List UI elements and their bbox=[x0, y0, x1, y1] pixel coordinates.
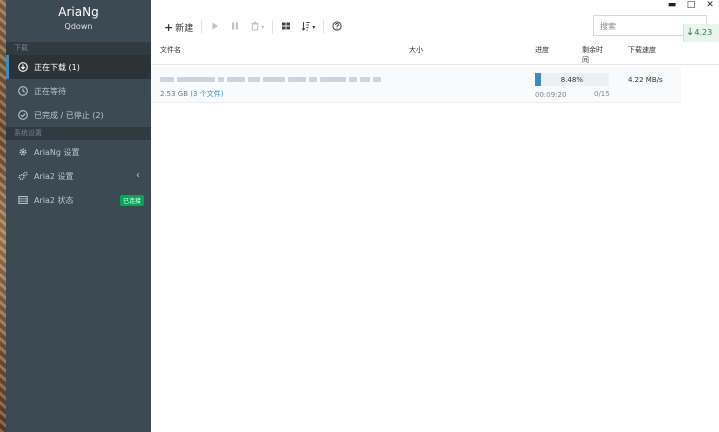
toolbar-divider bbox=[272, 20, 274, 34]
question-circle-icon bbox=[332, 20, 342, 34]
sidebar-item-label: Aria2 状态 bbox=[34, 195, 74, 205]
section-header-settings: 系统设置 bbox=[6, 127, 151, 140]
start-button[interactable] bbox=[205, 18, 225, 36]
column-header-progress[interactable]: 进度 bbox=[535, 45, 549, 55]
sidebar-item-ariang-settings[interactable]: AriaNg 设置 bbox=[6, 140, 151, 164]
chevron-left-icon: ‹ bbox=[136, 170, 140, 181]
plus-icon: + bbox=[164, 20, 174, 34]
main-panel: ▬ □ ✕ + 新建 ▾ ▾ 搜索 ↓4.23 文件名 大小 进度 剩余时 间 … bbox=[151, 0, 719, 432]
sidebar-item-label: AriaNg 设置 bbox=[34, 147, 80, 157]
app-logo[interactable]: AriaNg Qdown bbox=[6, 0, 151, 42]
connections-count: 0/15 bbox=[594, 90, 610, 98]
sidebar-item-stopped[interactable]: 已完成 / 已停止 (2) bbox=[6, 103, 151, 127]
section-header-download: 下载 bbox=[6, 42, 151, 55]
check-circle-icon bbox=[17, 110, 28, 121]
download-speed: 4.22 MB/s bbox=[628, 76, 663, 84]
progress-text: 8.48% bbox=[560, 76, 583, 84]
grid-icon bbox=[281, 21, 291, 34]
toolbar-divider bbox=[323, 20, 325, 34]
maximize-button[interactable]: □ bbox=[686, 0, 696, 10]
sidebar-item-aria2-status[interactable]: Aria2 状态 已连接 bbox=[6, 188, 151, 212]
toolbar-divider bbox=[201, 20, 203, 34]
file-size: 2.53 GB (3 个文件) bbox=[160, 89, 223, 99]
sidebar-item-label: 正在等待 bbox=[34, 86, 66, 96]
delete-button[interactable]: ▾ bbox=[245, 18, 269, 36]
floating-speed-widget[interactable]: ↓4.23 bbox=[683, 24, 719, 42]
sidebar-item-waiting[interactable]: 正在等待 bbox=[6, 79, 151, 103]
trash-icon bbox=[250, 21, 260, 34]
clock-icon bbox=[17, 86, 28, 97]
download-circle-icon bbox=[17, 62, 28, 73]
sidebar: AriaNg Qdown 下载 正在下载 (1) 正在等待 已完成 / 已停止 … bbox=[6, 0, 151, 432]
sort-icon bbox=[301, 21, 311, 34]
status-badge: 已连接 bbox=[119, 195, 144, 206]
play-icon bbox=[210, 21, 220, 34]
window-controls: ▬ □ ✕ bbox=[667, 0, 715, 10]
floating-speed-value: 4.23 bbox=[694, 28, 713, 37]
pause-icon bbox=[230, 21, 240, 34]
table-header: 文件名 大小 进度 剩余时 间 下载速度 bbox=[151, 43, 719, 65]
column-header-remaining[interactable]: 剩余时 间 bbox=[582, 45, 603, 65]
server-icon bbox=[17, 195, 28, 206]
elapsed-time: 00:09:20 bbox=[535, 91, 567, 99]
column-header-filename[interactable]: 文件名 bbox=[160, 45, 181, 55]
sidebar-item-downloading[interactable]: 正在下载 (1) bbox=[6, 55, 151, 79]
chevron-down-icon: ▾ bbox=[261, 23, 265, 31]
new-task-label: 新建 bbox=[175, 23, 194, 34]
search-placeholder: 搜索 bbox=[600, 22, 616, 31]
new-task-button[interactable]: + 新建 bbox=[159, 18, 198, 36]
display-mode-button[interactable] bbox=[276, 18, 296, 36]
close-button[interactable]: ✕ bbox=[705, 0, 715, 10]
toolbar: + 新建 ▾ ▾ 搜索 bbox=[151, 15, 719, 39]
column-header-size[interactable]: 大小 bbox=[409, 45, 423, 55]
pause-button[interactable] bbox=[225, 18, 245, 36]
minimize-button[interactable]: ▬ bbox=[667, 0, 677, 10]
app-title: AriaNg bbox=[58, 5, 99, 19]
sidebar-item-label: Aria2 设置 bbox=[34, 171, 74, 181]
help-button[interactable] bbox=[327, 18, 347, 36]
file-name-blurred bbox=[160, 77, 381, 82]
file-size-value: 2.53 GB bbox=[160, 90, 189, 98]
chevron-down-icon: ▾ bbox=[312, 23, 316, 31]
sidebar-item-aria2-settings[interactable]: Aria2 设置 ‹ bbox=[6, 164, 151, 188]
app-subtitle: Qdown bbox=[64, 22, 93, 31]
sidebar-item-label: 正在下载 (1) bbox=[34, 62, 80, 72]
sidebar-item-label: 已完成 / 已停止 (2) bbox=[34, 110, 104, 120]
sort-button[interactable]: ▾ bbox=[296, 18, 320, 36]
gear-icon bbox=[17, 147, 28, 158]
gears-icon bbox=[17, 171, 28, 182]
table-row[interactable]: 2.53 GB (3 个文件) 8.48% 00:09:20 0/15 4.22… bbox=[151, 67, 681, 103]
file-count-link[interactable]: (3 个文件) bbox=[190, 90, 223, 98]
column-header-speed[interactable]: 下载速度 bbox=[628, 45, 656, 55]
